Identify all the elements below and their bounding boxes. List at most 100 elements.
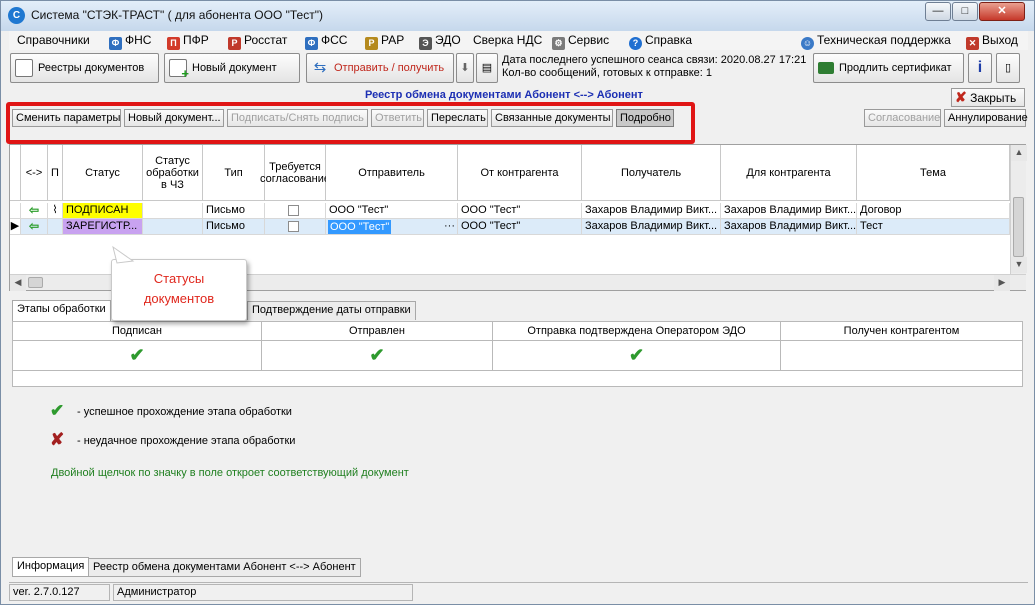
menu-vat-reconciliation[interactable]: Сверка НДС: [473, 33, 542, 47]
col-approval-required[interactable]: Требуется согласование: [260, 145, 330, 201]
stage-signed-cell[interactable]: ✔: [13, 341, 262, 371]
menu-rosstat[interactable]: Р Росстат: [228, 33, 287, 50]
col-subject[interactable]: Тема: [857, 145, 1010, 201]
stage-confirmed-cell[interactable]: ✔: [493, 341, 781, 371]
scroll-right-icon[interactable]: ▶: [994, 275, 1010, 291]
highlight-frame: [6, 102, 695, 144]
minimize-button[interactable]: —: [925, 2, 951, 21]
menu-edo-label: ЭДО: [435, 33, 461, 47]
menu-fns[interactable]: Ф ФНС: [109, 33, 151, 50]
renew-certificate-button[interactable]: Продлить сертификат: [813, 53, 964, 83]
tab-processing-stages[interactable]: Этапы обработки: [12, 300, 111, 321]
col-type[interactable]: Тип: [203, 145, 265, 201]
new-document-button[interactable]: + Новый документ: [164, 53, 300, 83]
callout-pointer: [112, 245, 135, 264]
registries-button[interactable]: Реестры документов: [10, 53, 159, 83]
horizontal-scroll-thumb[interactable]: [28, 277, 43, 288]
row-attachment[interactable]: [48, 219, 63, 235]
grid-vertical-scrollbar[interactable]: ▲ ▼: [1010, 145, 1027, 274]
row-for-counterparty: Захаров Владимир Викт...: [721, 219, 857, 235]
exchange-log-button[interactable]: ▤: [476, 53, 498, 83]
row-type: Письмо: [203, 203, 265, 219]
tab-send-date-confirmation[interactable]: Подтверждение даты отправки: [247, 301, 416, 320]
scroll-down-icon[interactable]: ▼: [1011, 257, 1027, 273]
col-for-counterparty[interactable]: Для контрагента: [721, 145, 857, 201]
close-window-button[interactable]: ✕: [979, 2, 1025, 21]
user-label: Администратор: [113, 584, 413, 601]
incoming-arrow-icon: ⇦: [28, 203, 40, 217]
menu-rar[interactable]: Р РАР: [365, 33, 404, 50]
registry-title: Реестр обмена документами Абонент <--> А…: [365, 89, 643, 101]
vertical-scroll-thumb[interactable]: [1013, 197, 1024, 257]
last-session-text: Дата последнего успешного сеанса связи: …: [502, 54, 807, 66]
app-logo-icon: С: [8, 7, 25, 24]
tab-registry[interactable]: Реестр обмена документами Абонент <--> А…: [88, 558, 361, 577]
row-direction: ⇦: [21, 203, 48, 219]
stage-sent-cell[interactable]: ✔: [262, 341, 493, 371]
renew-certificate-label: Продлить сертификат: [839, 62, 952, 74]
approval-button[interactable]: Согласование: [864, 109, 941, 127]
send-receive-button[interactable]: ⇆ Отправить / получить: [306, 53, 454, 83]
col-direction[interactable]: <->: [21, 145, 48, 201]
menu-exit[interactable]: ✕ Выход: [966, 33, 1018, 50]
close-registry-label: Закрыть: [970, 91, 1017, 105]
new-document-button-label: Новый документ: [192, 62, 277, 74]
checkmark-icon[interactable]: ✔: [369, 345, 384, 365]
tab-information[interactable]: Информация: [12, 557, 90, 577]
info-button[interactable]: i: [968, 53, 992, 83]
maximize-button[interactable]: □: [952, 2, 978, 21]
menu-rar-label: РАР: [381, 33, 405, 47]
paperclip-icon: ⌇: [52, 204, 58, 216]
pdf-button[interactable]: ▯: [996, 53, 1020, 83]
legend-failure-text: - неудачное прохождение этапа обработки: [77, 435, 296, 447]
ready-count-text: Кол-во сообщений, готовых к отправке: 1: [502, 67, 713, 79]
col-sender[interactable]: Отправитель: [326, 145, 458, 201]
col-attachment[interactable]: П: [48, 145, 63, 201]
row-recipient: Захаров Владимир Викт...: [582, 219, 721, 235]
annulment-button[interactable]: Аннулирование: [944, 109, 1028, 127]
row-processing-status: [143, 219, 203, 235]
close-registry-button[interactable]: ✘ Закрыть: [951, 88, 1025, 107]
arrow-down-icon: ⬇: [460, 62, 470, 74]
incoming-arrow-icon: ⇦: [28, 219, 40, 233]
approval-checkbox[interactable]: [288, 205, 299, 216]
col-status[interactable]: Статус: [63, 145, 143, 201]
col-processing-status[interactable]: Статус обработки в ЧЗ: [143, 145, 203, 201]
rosstat-icon: Р: [228, 37, 241, 50]
menu-handbooks[interactable]: Справочники: [17, 33, 90, 47]
menu-pfr-label: ПФР: [183, 33, 209, 47]
scroll-up-icon[interactable]: ▲: [1011, 145, 1027, 161]
menu-rosstat-label: Росстат: [244, 33, 288, 47]
row-attachment[interactable]: ⌇: [48, 203, 63, 219]
row-sender-editor[interactable]: ООО "Тест" ···: [326, 219, 458, 235]
checkmark-icon[interactable]: ✔: [629, 345, 644, 365]
col-from-counterparty[interactable]: От контрагента: [458, 145, 582, 201]
callout-line-2: документов: [143, 291, 215, 306]
col-recipient[interactable]: Получатель: [582, 145, 721, 201]
download-arrow-button[interactable]: ⬇: [456, 53, 474, 83]
row-approval-cell: [265, 219, 326, 235]
menu-edo[interactable]: Э ЭДО: [419, 33, 461, 50]
rar-icon: Р: [365, 37, 378, 50]
title-bar[interactable]: С Система "СТЭК-ТРАСТ" ( для абонента ОО…: [1, 1, 1034, 31]
success-check-icon: ✔: [50, 401, 65, 420]
menu-service[interactable]: ⚙ Сервис: [552, 33, 609, 50]
legend-hint-text: Двойной щелчок по значку в поле откроет …: [51, 467, 409, 479]
approval-checkbox[interactable]: [288, 221, 299, 232]
gear-icon: ⚙: [552, 37, 565, 50]
stage-received-cell[interactable]: [781, 341, 1022, 371]
row-direction: ⇦: [21, 219, 48, 235]
checkmark-icon[interactable]: ✔: [129, 345, 144, 365]
menu-help[interactable]: ? Справка: [629, 33, 692, 50]
ellipsis-button[interactable]: ···: [444, 219, 455, 234]
registry-list-icon: [15, 59, 33, 78]
menu-fss[interactable]: Ф ФСС: [305, 33, 347, 50]
edo-icon: Э: [419, 37, 432, 50]
row-type: Письмо: [203, 219, 265, 235]
scroll-left-icon[interactable]: ◀: [10, 275, 26, 291]
menu-pfr[interactable]: П ПФР: [167, 33, 209, 50]
row-approval-cell: [265, 203, 326, 219]
row-status-cell: ПОДПИСАН: [63, 203, 143, 219]
menu-support[interactable]: ☺ Техническая поддержка: [801, 33, 951, 50]
sender-editor-value[interactable]: ООО "Тест": [328, 220, 392, 234]
